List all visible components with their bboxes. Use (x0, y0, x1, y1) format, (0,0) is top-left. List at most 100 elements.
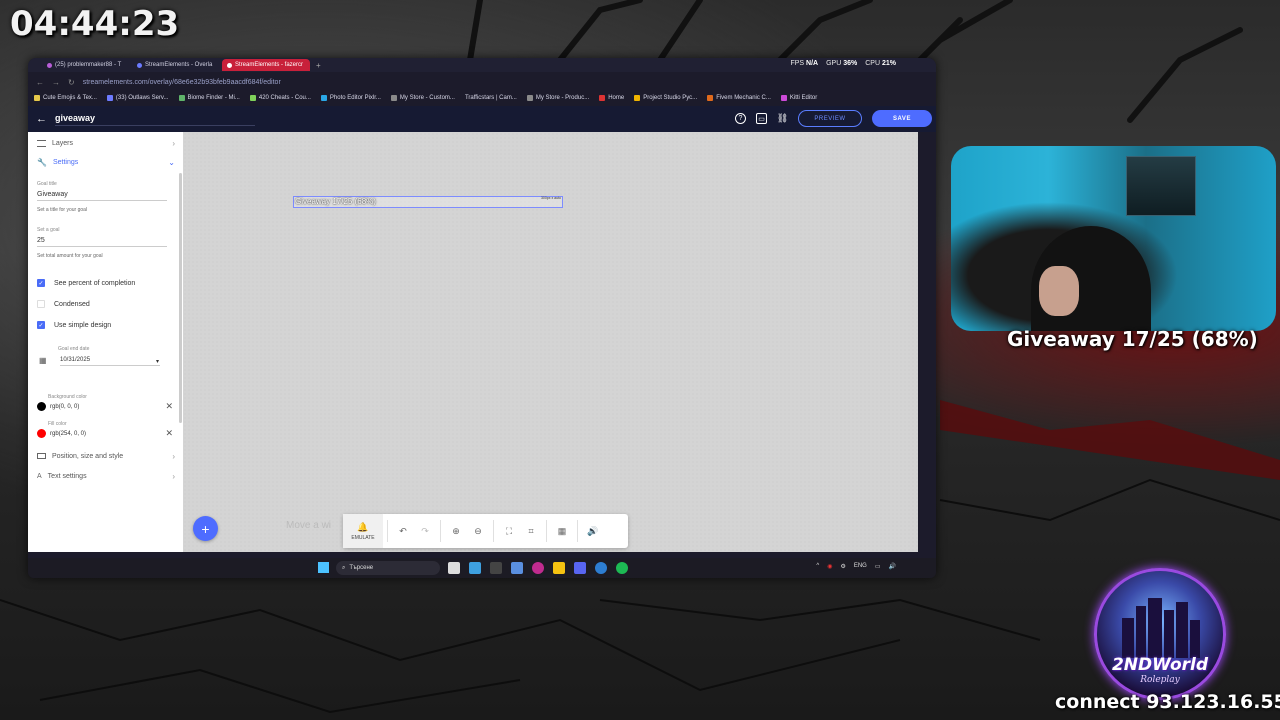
position-icon (37, 453, 46, 459)
clear-color-icon[interactable]: ✕ (165, 428, 173, 439)
redo-icon[interactable]: ↷ (414, 526, 436, 537)
add-widget-button[interactable]: + (193, 516, 218, 541)
goal-widget-text: Giveaway 17/25 (68%) (295, 197, 376, 206)
settings-section[interactable]: 🔧 Settings ⌄ (28, 152, 183, 172)
save-button[interactable]: SAVE (872, 110, 932, 127)
bookmark-item[interactable]: Cute Emojis & Tex... (34, 95, 97, 101)
simple-design-checkbox-row[interactable]: ✓ Use simple design (37, 321, 111, 329)
search-placeholder: Търсене (349, 565, 374, 571)
app-icon[interactable] (595, 562, 607, 574)
condensed-checkbox-row[interactable]: Condensed (37, 300, 90, 308)
preview-button[interactable]: PREVIEW (798, 110, 862, 127)
bookmark-label: Photo Editor Pixlr... (329, 95, 381, 101)
goal-title-input[interactable]: Giveaway (37, 191, 167, 201)
file-explorer-icon[interactable] (553, 562, 565, 574)
reload-icon[interactable]: ↻ (68, 78, 75, 87)
fullscreen-icon[interactable]: ⛶ (498, 526, 520, 537)
clear-color-icon[interactable]: ✕ (165, 401, 173, 412)
goal-widget[interactable]: Giveaway 17/25 (68%) 300px x auto (293, 196, 563, 208)
tab-twitch[interactable]: (25) problemmaker88 - T (42, 59, 130, 71)
stream-timer: 04:44:23 (10, 4, 180, 44)
bookmark-icon (249, 95, 256, 101)
network-icon[interactable]: ▭ (875, 563, 881, 570)
logo-title: 2NDWorld (1111, 655, 1209, 675)
help-icon[interactable]: ? (735, 113, 746, 124)
bg-color-swatch[interactable] (37, 402, 46, 411)
calendar-icon: ▦ (39, 356, 47, 365)
checkbox-checked[interactable]: ✓ (37, 279, 45, 287)
sidebar-scrollbar[interactable] (179, 173, 182, 423)
back-icon[interactable]: ← (36, 78, 44, 87)
checkbox-checked[interactable]: ✓ (37, 321, 45, 329)
bookmark-item[interactable]: 420 Cheats - Cou... (249, 95, 311, 101)
tab-streamelements-editor[interactable]: StreamElements - fazercr (222, 59, 310, 71)
fill-color-picker[interactable]: rgb(254, 0, 0) ✕ (37, 428, 173, 439)
bookmark-item[interactable]: Home (599, 95, 624, 101)
bookmark-item[interactable]: Kitti Editor (780, 95, 817, 101)
gpu-label: GPU (826, 60, 842, 67)
layers-section[interactable]: Layers › (28, 133, 183, 153)
tab-label: (25) problemmaker88 - T (55, 62, 122, 68)
bookmark-item[interactable]: (33) Outlaws Serv... (106, 95, 169, 101)
grid-icon[interactable]: ▦ (551, 526, 573, 537)
bookmark-item[interactable]: My Store - Produc... (526, 95, 589, 101)
chevron-right-icon: › (172, 138, 175, 148)
performance-stats: FPS N/A GPU 36% CPU 21% (790, 60, 896, 67)
url-field[interactable]: streamelements.com/overlay/68e6e32b93bfe… (83, 79, 281, 86)
bookmark-item[interactable]: Fivem Mechanic C... (707, 95, 771, 101)
cpu-label: CPU (865, 60, 881, 67)
goal-input[interactable]: 25 (37, 237, 167, 247)
app-icon[interactable] (511, 562, 523, 574)
app-icon[interactable] (532, 562, 544, 574)
back-arrow-icon[interactable]: ← (36, 113, 47, 125)
bg-color-value: rgb(0, 0, 0) (50, 403, 80, 410)
position-size-style-section[interactable]: Position, size and style › (28, 446, 183, 466)
task-view-icon[interactable] (448, 562, 460, 574)
zoom-out-icon[interactable]: ⊖ (467, 526, 489, 537)
zoom-in-icon[interactable]: ⊕ (445, 526, 467, 537)
bookmark-item[interactable]: Photo Editor Pixlr... (320, 95, 381, 101)
undo-icon[interactable]: ↶ (392, 526, 414, 537)
windows-start-icon[interactable] (318, 562, 329, 573)
checkbox-label: Condensed (54, 300, 90, 308)
address-bar: ← → ↻ streamelements.com/overlay/68e6e32… (28, 74, 936, 90)
end-date-input[interactable]: 10/31/2025 (60, 357, 160, 366)
tray-icon[interactable]: ◉ (827, 563, 832, 570)
text-settings-label: Text settings (47, 472, 87, 480)
editor-canvas[interactable]: Giveaway 17/25 (68%) 300px x auto + Move… (183, 132, 918, 552)
bookmark-item[interactable]: Biome Finder - Mi... (178, 95, 240, 101)
monitor-icon[interactable]: ▭ (756, 113, 767, 124)
taskbar-search[interactable]: ⌕ Търсене (336, 561, 440, 575)
bookmark-label: My Store - Custom... (399, 95, 455, 101)
new-tab-button[interactable]: + (312, 61, 325, 70)
chevron-right-icon: › (172, 471, 175, 481)
spotify-icon[interactable] (616, 562, 628, 574)
bookmark-icon (34, 95, 40, 101)
fit-screen-icon[interactable]: ⌗ (520, 526, 542, 537)
fill-color-swatch[interactable] (37, 429, 46, 438)
percent-checkbox-row[interactable]: ✓ See percent of completion (37, 279, 135, 287)
language-indicator[interactable]: ENG (854, 563, 867, 570)
windows-taskbar: ⌕ Търсене ^ ◉ ⚙ ENG ▭ 🔊 (28, 558, 936, 578)
widget-size-badge: 300px x auto (540, 196, 561, 200)
app-icon[interactable] (469, 562, 481, 574)
chevron-up-icon[interactable]: ^ (816, 563, 819, 570)
tray-icon[interactable]: ⚙ (840, 563, 845, 570)
forward-icon[interactable]: → (52, 78, 60, 87)
settings-label: Settings (52, 158, 79, 166)
settings-sidebar: Layers › 🔧 Settings ⌄ Goal title Giveawa… (28, 132, 183, 552)
bookmark-item[interactable]: My Store - Custom... (390, 95, 455, 101)
bookmark-item[interactable]: Project Studio Рус... (634, 95, 697, 101)
overlay-name-input[interactable]: giveaway (55, 113, 255, 126)
discord-icon[interactable] (574, 562, 586, 574)
tab-streamelements-overlays[interactable]: StreamElements - Overla (132, 59, 220, 71)
emulate-button[interactable]: 🔔 EMULATE (343, 514, 383, 548)
checkbox-unchecked[interactable] (37, 300, 45, 308)
app-icon[interactable] (490, 562, 502, 574)
text-settings-section[interactable]: A Text settings › (28, 466, 183, 486)
volume-icon[interactable]: 🔊 (582, 526, 604, 537)
bookmark-item[interactable]: Trafficstars | Cam... (465, 95, 517, 101)
bg-color-picker[interactable]: rgb(0, 0, 0) ✕ (37, 401, 173, 412)
link-icon[interactable]: ⛓ (777, 113, 788, 124)
speaker-icon[interactable]: 🔊 (889, 563, 896, 570)
